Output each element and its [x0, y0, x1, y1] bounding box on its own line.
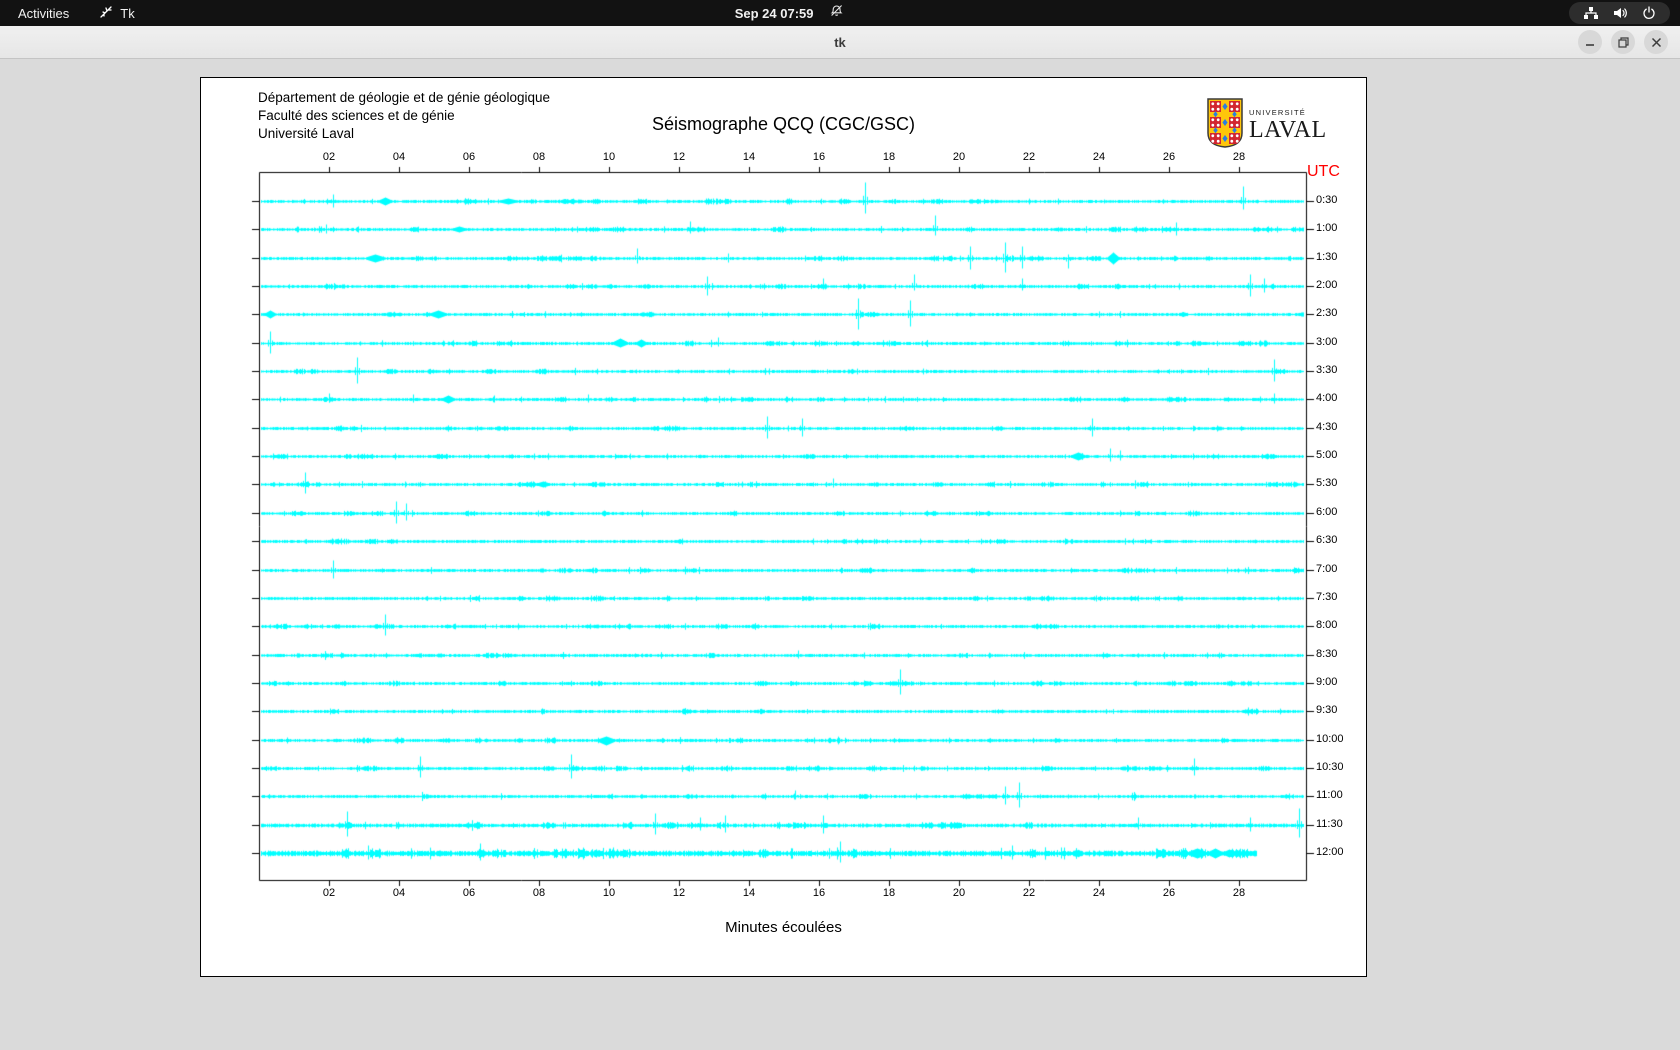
x-tick-label-top: 24: [1092, 151, 1106, 163]
utc-tick-label: 1:30: [1316, 250, 1338, 263]
x-tick-label-top: 26: [1162, 151, 1176, 163]
x-tick-label-top: 16: [812, 151, 826, 163]
x-tick-label-top: 12: [672, 151, 686, 163]
window-title: tk: [834, 34, 846, 50]
utc-tick-label: 6:30: [1316, 534, 1338, 547]
x-tick-label-top: 04: [392, 151, 406, 163]
top-bar: Activities Tk Sep 24 07:59: [0, 0, 1680, 26]
utc-tick-label: 9:30: [1316, 704, 1338, 717]
clock-label: Sep 24 07:59: [734, 5, 814, 21]
tk-feather-icon: [99, 5, 113, 22]
window-controls: [1578, 30, 1668, 54]
utc-tick-label: 5:00: [1316, 449, 1338, 462]
utc-tick-label: 1:00: [1316, 222, 1338, 235]
clock-button[interactable]: Sep 24 07:59: [735, 0, 845, 26]
x-tick-label-top: 02: [322, 151, 336, 163]
x-tick-label-top: 08: [532, 151, 546, 163]
restore-icon: [1617, 36, 1629, 48]
activities-label: Activities: [18, 5, 70, 21]
utc-tick-label: 10:00: [1316, 732, 1344, 745]
utc-tick-label: 11:30: [1316, 817, 1343, 830]
x-tick-label-bottom: 06: [462, 887, 476, 899]
x-tick-label-top: 10: [602, 151, 616, 163]
utc-tick-label: 0:30: [1316, 194, 1338, 206]
x-tick-label-top: 18: [882, 151, 896, 163]
utc-tick-label: 2:00: [1316, 279, 1338, 292]
titlebar[interactable]: tk: [0, 26, 1680, 59]
activities-button[interactable]: Activities: [0, 0, 87, 26]
minimize-button[interactable]: [1578, 30, 1602, 54]
system-tray[interactable]: [1569, 2, 1670, 24]
utc-tick-label: 10:30: [1316, 760, 1344, 773]
x-tick-label-bottom: 16: [812, 887, 826, 899]
utc-tick-label: 3:30: [1316, 364, 1338, 377]
x-tick-label-bottom: 14: [742, 887, 756, 899]
utc-tick-label: 7:00: [1316, 562, 1338, 575]
app-indicator-label: Tk: [120, 5, 135, 21]
x-tick-label-bottom: 02: [322, 887, 336, 899]
x-tick-label-bottom: 04: [392, 887, 406, 899]
x-tick-label-bottom: 20: [952, 887, 966, 899]
bell-slash-icon: [829, 4, 844, 22]
x-tick-label-bottom: 22: [1022, 887, 1036, 899]
utc-tick-label: 12:00: [1316, 846, 1344, 858]
utc-tick-label: 6:00: [1316, 505, 1338, 518]
close-button[interactable]: [1644, 30, 1668, 54]
plot-canvas: [201, 78, 1366, 976]
utc-tick-label: 3:00: [1316, 335, 1338, 348]
utc-tick-label: 11:00: [1316, 789, 1343, 802]
x-axis-label: Minutes écoulées: [725, 919, 842, 936]
power-icon: [1642, 6, 1656, 20]
minimize-icon: [1585, 37, 1595, 47]
app-indicator-tk[interactable]: Tk: [87, 0, 146, 26]
x-tick-label-top: 22: [1022, 151, 1036, 163]
utc-tick-label: 5:30: [1316, 477, 1338, 490]
x-tick-label-top: 14: [742, 151, 756, 163]
x-tick-label-top: 28: [1232, 151, 1246, 163]
window-content: Département de géologie et de génie géol…: [0, 59, 1680, 1050]
plot-page: Département de géologie et de génie géol…: [200, 77, 1367, 977]
volume-icon: [1613, 6, 1628, 20]
utc-tick-label: 2:30: [1316, 307, 1338, 320]
utc-tick-label: 4:30: [1316, 420, 1338, 433]
x-tick-label-bottom: 18: [882, 887, 896, 899]
x-tick-label-bottom: 08: [532, 887, 546, 899]
x-tick-label-bottom: 24: [1092, 887, 1106, 899]
utc-tick-label: 8:00: [1316, 619, 1338, 632]
x-tick-label-bottom: 26: [1162, 887, 1176, 899]
x-tick-label-bottom: 28: [1232, 887, 1246, 899]
x-tick-label-bottom: 12: [672, 887, 686, 899]
utc-tick-label: 7:30: [1316, 590, 1338, 603]
close-icon: [1651, 37, 1662, 48]
utc-tick-label: 8:30: [1316, 647, 1338, 660]
x-tick-label-top: 20: [952, 151, 966, 163]
network-wired-icon: [1583, 6, 1599, 20]
restore-button[interactable]: [1611, 30, 1635, 54]
utc-tick-label: 4:00: [1316, 392, 1338, 405]
x-tick-label-bottom: 10: [602, 887, 616, 899]
utc-tick-label: 9:00: [1316, 675, 1338, 688]
x-tick-label-top: 06: [462, 151, 476, 163]
